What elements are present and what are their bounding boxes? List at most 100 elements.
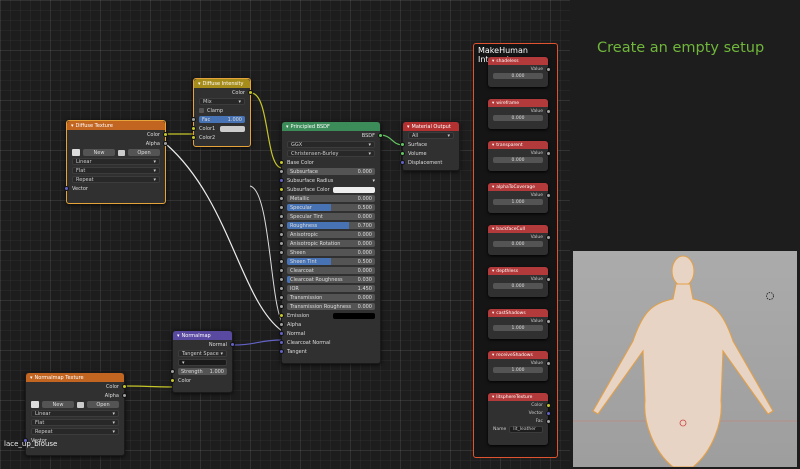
value-field[interactable]: Transmission Roughness 0.000: [287, 303, 375, 310]
collapse-icon[interactable]: ▾: [407, 124, 410, 130]
projection-select[interactable]: Flat ▾: [31, 419, 119, 426]
principled-bsdf-node[interactable]: ▾ Principled BSDF BSDF GGX ▾ Christensen-B…: [279, 121, 383, 364]
node-header[interactable]: ▾ Principled BSDF: [282, 122, 380, 131]
socket-icon[interactable]: [279, 286, 284, 291]
color-swatch[interactable]: [220, 125, 245, 132]
node-header[interactable]: ▾ Material Output: [403, 122, 459, 131]
socket-icon[interactable]: [279, 277, 284, 282]
value-field[interactable]: Roughness 0.700: [287, 222, 375, 229]
bsdf-input-row[interactable]: Metallic 0.000: [279, 194, 380, 203]
node-header[interactable]: ▾ wireframe: [488, 99, 548, 107]
socket-icon[interactable]: [279, 169, 284, 174]
bsdf-input-row[interactable]: Clearcoat Roughness 0.030: [279, 275, 380, 284]
socket-icon[interactable]: [279, 313, 284, 318]
collapse-icon[interactable]: ▾: [492, 395, 494, 400]
socket-icon[interactable]: [279, 178, 284, 183]
color-swatch[interactable]: [333, 186, 375, 193]
socket-icon[interactable]: [230, 342, 235, 347]
value-field[interactable]: 1.000: [493, 199, 543, 205]
socket-icon[interactable]: [279, 223, 284, 228]
bsdf-input-row[interactable]: Roughness 0.700: [279, 221, 380, 230]
node-header[interactable]: ▾ Diffuse Texture: [67, 121, 165, 130]
mh-value-node[interactable]: ▾ alphaToCoverage Value 1.000: [488, 183, 551, 213]
color1-input[interactable]: Color1: [191, 124, 250, 133]
image-browse-icon[interactable]: [31, 401, 39, 408]
mh-value-node[interactable]: ▾ transparent Value 0.000: [488, 141, 551, 171]
node-header[interactable]: ▾ depthless: [488, 267, 548, 275]
collapse-icon[interactable]: ▾: [492, 227, 494, 232]
open-image-button[interactable]: Open: [128, 149, 160, 156]
bsdf-input-row[interactable]: Clearcoat 0.000: [279, 266, 380, 275]
clamp-toggle[interactable]: Clamp: [194, 106, 250, 115]
extension-select[interactable]: Repeat ▾: [72, 176, 160, 183]
value-field[interactable]: Sheen Tint 0.500: [287, 258, 375, 265]
value-field[interactable]: Anisotropic Rotation 0.000: [287, 240, 375, 247]
node-header[interactable]: ▾ backfaceCull: [488, 225, 548, 233]
node-header[interactable]: ▾ receiveShadows: [488, 351, 548, 359]
socket-icon[interactable]: [122, 384, 127, 389]
color-swatch[interactable]: [333, 312, 375, 319]
mh-value-node[interactable]: ▾ castShadows Value 1.000: [488, 309, 551, 339]
value-field[interactable]: 0.000: [493, 283, 543, 289]
folder-icon[interactable]: [77, 401, 84, 408]
socket-icon[interactable]: [279, 205, 284, 210]
node-header[interactable]: ▾ Diffuse Intensity: [194, 79, 250, 88]
collapse-icon[interactable]: ▾: [492, 269, 494, 274]
value-field[interactable]: IOR 1.450: [287, 285, 375, 292]
collapse-icon[interactable]: ▾: [30, 375, 33, 381]
litsphere-texture-node[interactable]: ▾ litsphereTexture Color Vector Fac Name l…: [488, 393, 551, 445]
collapse-icon[interactable]: ▾: [492, 185, 494, 190]
socket-icon[interactable]: [248, 90, 253, 95]
socket-icon[interactable]: [546, 67, 551, 72]
socket-icon[interactable]: [378, 133, 383, 138]
socket-icon[interactable]: [191, 135, 196, 140]
bsdf-input-row[interactable]: Transmission 0.000: [279, 293, 380, 302]
socket-icon[interactable]: [122, 393, 127, 398]
3d-viewport-preview[interactable]: [573, 251, 797, 467]
socket-icon[interactable]: [279, 196, 284, 201]
mh-value-node[interactable]: ▾ shadeless Value 0.000: [488, 57, 551, 87]
socket-icon[interactable]: [163, 141, 168, 146]
checkbox-icon[interactable]: [199, 108, 204, 113]
bsdf-input-row[interactable]: Transmission Roughness 0.000: [279, 302, 380, 311]
name-field[interactable]: lit_leather: [509, 426, 543, 433]
material-output-node[interactable]: ▾ Material Output All ▾ Surface Volume Dis…: [400, 121, 460, 171]
value-field[interactable]: 0.000: [493, 73, 543, 79]
node-header[interactable]: ▾ litsphereTexture: [488, 393, 548, 401]
value-field[interactable]: 1.000: [493, 367, 543, 373]
collapse-icon[interactable]: ▾: [492, 353, 494, 358]
socket-icon[interactable]: [279, 322, 284, 327]
fac-field[interactable]: Fac 1.000: [191, 115, 250, 124]
interpolation-select[interactable]: Linear ▾: [31, 410, 119, 417]
socket-icon[interactable]: [279, 349, 284, 354]
bsdf-input-row[interactable]: Specular Tint 0.000: [279, 212, 380, 221]
socket-icon[interactable]: [170, 378, 175, 383]
socket-icon[interactable]: [546, 151, 551, 156]
projection-select[interactable]: Flat ▾: [72, 167, 160, 174]
value-field[interactable]: Specular 0.500: [287, 204, 375, 211]
value-field[interactable]: Anisotropic 0.000: [287, 231, 375, 238]
socket-icon[interactable]: [546, 419, 551, 424]
socket-icon[interactable]: [546, 277, 551, 282]
bsdf-input-row[interactable]: Emission: [279, 311, 380, 320]
mh-value-node[interactable]: ▾ receiveShadows Value 1.000: [488, 351, 551, 381]
mh-value-node[interactable]: ▾ depthless Value 0.000: [488, 267, 551, 297]
node-header[interactable]: ▾ transparent: [488, 141, 548, 149]
collapse-icon[interactable]: ▾: [492, 59, 494, 64]
bsdf-input-row[interactable]: Anisotropic Rotation 0.000: [279, 239, 380, 248]
socket-icon[interactable]: [191, 126, 196, 131]
open-image-button[interactable]: Open: [87, 401, 119, 408]
socket-icon[interactable]: [279, 160, 284, 165]
socket-icon[interactable]: [400, 151, 405, 156]
diffuse-texture-node[interactable]: ▾ Diffuse Texture Color Alpha New Open Li…: [64, 120, 168, 204]
folder-icon[interactable]: [118, 149, 125, 156]
bsdf-input-row[interactable]: Subsurface Color: [279, 185, 380, 194]
socket-icon[interactable]: [279, 295, 284, 300]
space-select[interactable]: Tangent Space ▾: [178, 350, 227, 357]
socket-icon[interactable]: [191, 117, 196, 122]
socket-icon[interactable]: [279, 187, 284, 192]
normalmap-node[interactable]: ▾ Normalmap Normal Tangent Space ▾ ▾ Stren…: [170, 330, 235, 393]
collapse-icon[interactable]: ▾: [492, 143, 494, 148]
image-selector[interactable]: New Open: [26, 400, 124, 409]
strength-field[interactable]: Strength 1.000: [178, 368, 227, 375]
